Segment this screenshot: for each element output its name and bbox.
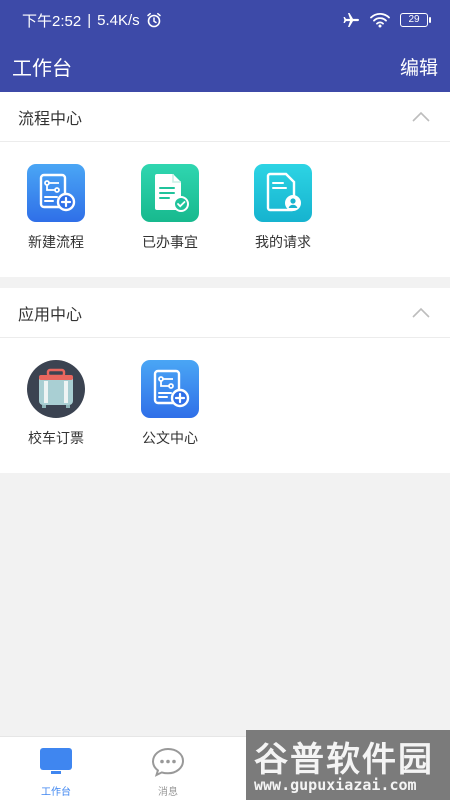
page-title: 工作台 <box>12 55 72 80</box>
app-label: 公文中心 <box>142 431 198 447</box>
app-grid: 校车订票 公文中心 <box>0 338 450 472</box>
edit-button[interactable]: 编辑 <box>400 53 438 80</box>
done-tasks-icon <box>141 164 199 222</box>
nav-label: 消息 <box>158 787 178 798</box>
app-official-documents[interactable]: 公文中心 <box>120 360 220 448</box>
app-label: 新建流程 <box>28 235 84 251</box>
title-bar: 工作台 编辑 <box>0 40 450 92</box>
section-title: 应用中心 <box>18 304 83 324</box>
alarm-icon <box>146 12 161 28</box>
app-grid: 新建流程 已办事宜 我的请求 <box>0 142 450 276</box>
status-left: 下午2:52 | 5.4K/s <box>22 10 162 31</box>
watermark: 谷普软件园 www.gupuxiazai.com <box>246 730 450 800</box>
nav-label: 工作台 <box>41 787 71 798</box>
section-app-center: 应用中心 校车订票 公文中心 <box>0 288 450 473</box>
monitor-icon <box>40 748 72 774</box>
school-bus-ticket-icon <box>27 360 85 418</box>
app-new-process[interactable]: 新建流程 <box>6 164 106 252</box>
app-label: 我的请求 <box>255 235 311 251</box>
app-label: 校车订票 <box>28 431 84 447</box>
new-process-icon <box>27 164 85 222</box>
top-app-bar: 下午2:52 | 5.4K/s 29 工作台 编辑 <box>0 0 450 92</box>
app-school-bus-ticket[interactable]: 校车订票 <box>6 360 106 448</box>
app-my-requests[interactable]: 我的请求 <box>233 164 333 252</box>
official-documents-icon <box>141 360 199 418</box>
chevron-up-icon[interactable] <box>410 106 432 128</box>
battery-indicator: 29 <box>400 13 431 27</box>
airplane-mode-icon <box>343 13 359 27</box>
nav-item-messages[interactable]: 消息 <box>128 747 208 798</box>
status-right: 29 <box>342 11 431 29</box>
watermark-url: www.gupuxiazai.com <box>254 776 417 794</box>
section-title: 流程中心 <box>18 108 83 128</box>
section-process-center: 流程中心 新建流程 已办事宜 我的请求 <box>0 92 450 277</box>
status-time: 下午2:52 <box>22 12 82 30</box>
app-done-tasks[interactable]: 已办事宜 <box>120 164 220 252</box>
status-bar: 下午2:52 | 5.4K/s 29 <box>0 0 450 40</box>
chat-bubble-icon <box>151 747 185 777</box>
status-separator: | <box>87 11 92 29</box>
app-label: 已办事宜 <box>142 235 198 251</box>
nav-item-workbench[interactable]: 工作台 <box>16 747 96 798</box>
section-header[interactable]: 流程中心 <box>0 92 450 142</box>
chevron-up-icon[interactable] <box>410 302 432 324</box>
my-requests-icon <box>254 164 312 222</box>
wifi-icon <box>370 13 390 28</box>
watermark-title: 谷普软件园 <box>254 740 434 780</box>
network-speed: 5.4K/s <box>97 11 140 29</box>
section-header[interactable]: 应用中心 <box>0 288 450 338</box>
